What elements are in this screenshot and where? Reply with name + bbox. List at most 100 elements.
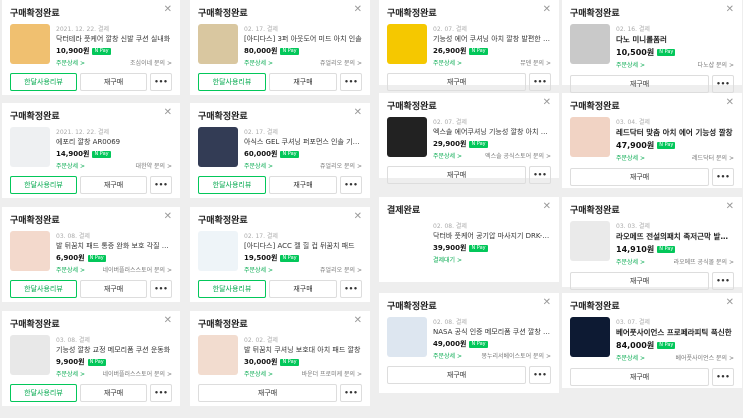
close-icon[interactable]: ✕ [354,107,362,118]
close-icon[interactable]: ✕ [164,211,172,222]
more-options-button[interactable]: ••• [529,166,551,184]
seller-inquiry-link[interactable]: 네이버플러스스토어 문의 > [102,369,172,378]
close-icon[interactable]: ✕ [164,107,172,118]
product-title[interactable]: NASA 공식 인증 메모리폼 쿠션 깔창 슬리퍼 [433,327,551,337]
product-title[interactable]: [아디다스] ACC 젤 힐 컵 뒤꿈치 패드 [244,241,362,251]
close-icon[interactable]: ✕ [164,315,172,326]
review-button[interactable]: 한달사용리뷰 [10,176,77,194]
product-thumbnail[interactable] [198,335,238,375]
seller-inquiry-link[interactable]: 바운더 프로미케 문의 > [302,369,362,378]
more-options-button[interactable]: ••• [340,280,362,298]
order-detail-link[interactable]: 주문상세 > [56,265,85,274]
rebuy-button[interactable]: 재구매 [80,280,147,298]
seller-inquiry-link[interactable]: 대한약 문의 > [136,161,172,170]
order-detail-link[interactable]: 주문상세 > [616,257,645,266]
rebuy-button[interactable]: 재구매 [387,166,526,184]
review-button[interactable]: 한달사용리뷰 [10,384,77,402]
rebuy-button[interactable]: 재구매 [269,176,337,194]
more-options-button[interactable]: ••• [150,280,172,298]
close-icon[interactable]: ✕ [726,97,734,108]
rebuy-button[interactable]: 재구매 [570,168,709,186]
product-title[interactable]: 라오메뜨 전설의패치 족저근막 발바닥 [616,231,734,242]
more-options-button[interactable]: ••• [340,73,362,91]
more-options-button[interactable]: ••• [712,75,734,93]
product-thumbnail[interactable] [198,24,238,64]
more-options-button[interactable]: ••• [712,168,734,186]
product-thumbnail[interactable] [570,24,610,64]
order-detail-link[interactable]: 주문상세 > [244,58,273,67]
product-thumbnail[interactable] [387,221,427,261]
product-title[interactable]: 레드닥터 맞춤 아치 에어 기능성 깔창 [616,127,734,138]
product-thumbnail[interactable] [387,317,427,357]
more-options-button[interactable]: ••• [529,73,551,91]
product-title[interactable]: 에포리 깔창 AR0069 [56,137,172,147]
rebuy-button[interactable]: 재구매 [269,73,337,91]
seller-inquiry-link[interactable]: 베어풋사이언스 문의 > [675,353,734,362]
more-options-button[interactable]: ••• [529,366,551,384]
product-thumbnail[interactable] [387,24,427,64]
order-detail-link[interactable]: 주문상세 > [56,161,85,170]
product-thumbnail[interactable] [10,127,50,167]
order-detail-link[interactable]: 주문상세 > [433,151,462,160]
order-detail-link[interactable]: 주문상세 > [244,161,273,170]
review-button[interactable]: 한달사용리뷰 [10,280,77,298]
order-detail-link[interactable]: 결제대기 > [433,255,462,264]
close-icon[interactable]: ✕ [354,211,362,222]
seller-inquiry-link[interactable]: 쥬얼리오 문의 > [320,161,362,170]
product-thumbnail[interactable] [570,117,610,157]
rebuy-button[interactable]: 재구매 [570,272,709,290]
product-thumbnail[interactable] [570,221,610,261]
seller-inquiry-link[interactable]: 엑스솔 공식스토어 문의 > [485,151,551,160]
product-title[interactable]: 닥터바 풋케어 공기압 마사지기 DRK-L7000 [433,231,551,241]
product-title[interactable]: 닥터테라 풋케어 깔창 신발 쿠션 실내화 [56,34,172,44]
more-options-button[interactable]: ••• [340,176,362,194]
seller-inquiry-link[interactable]: 네이버플러스스토어 문의 > [102,265,172,274]
seller-inquiry-link[interactable]: 다노샵 문의 > [698,60,734,69]
close-icon[interactable]: ✕ [726,4,734,15]
more-options-button[interactable]: ••• [340,384,362,402]
more-options-button[interactable]: ••• [150,73,172,91]
order-detail-link[interactable]: 주문상세 > [433,58,462,67]
review-button[interactable]: 한달사용리뷰 [198,73,266,91]
close-icon[interactable]: ✕ [164,4,172,15]
rebuy-button[interactable]: 재구매 [80,176,147,194]
product-thumbnail[interactable] [10,335,50,375]
seller-inquiry-link[interactable]: 몽누리서베이스토어 문의 > [481,351,551,360]
product-thumbnail[interactable] [10,231,50,271]
more-options-button[interactable]: ••• [712,368,734,386]
rebuy-button[interactable]: 재구매 [387,366,526,384]
product-thumbnail[interactable] [198,127,238,167]
order-detail-link[interactable]: 주문상세 > [56,58,85,67]
order-detail-link[interactable]: 주문상세 > [616,353,645,362]
order-detail-link[interactable]: 주문상세 > [244,265,273,274]
product-title[interactable]: 발 뒤꿈치 패드 통증 완화 보호 각질 케어 [56,241,172,251]
order-detail-link[interactable]: 주문상세 > [616,153,645,162]
seller-inquiry-link[interactable]: 조심이네 문의 > [130,58,172,67]
close-icon[interactable]: ✕ [543,201,551,212]
close-icon[interactable]: ✕ [354,315,362,326]
review-button[interactable]: 한달사용리뷰 [10,73,77,91]
rebuy-button[interactable]: 재구매 [80,73,147,91]
product-thumbnail[interactable] [10,24,50,64]
product-title[interactable]: 베어풋사이언스 프로페라피틱 푹신한 [616,327,734,338]
product-thumbnail[interactable] [570,317,610,357]
close-icon[interactable]: ✕ [726,201,734,212]
product-title[interactable]: 발 뒤꿈치 쿠셔닝 보호대 아치 패드 깔창 [244,345,362,355]
rebuy-button[interactable]: 재구매 [570,368,709,386]
rebuy-button[interactable]: 재구매 [570,75,709,93]
close-icon[interactable]: ✕ [726,297,734,308]
close-icon[interactable]: ✕ [543,297,551,308]
seller-inquiry-link[interactable]: 레드닥터 문의 > [692,153,734,162]
close-icon[interactable]: ✕ [543,4,551,15]
close-icon[interactable]: ✕ [354,4,362,15]
more-options-button[interactable]: ••• [150,384,172,402]
order-detail-link[interactable]: 주문상세 > [616,60,645,69]
product-thumbnail[interactable] [198,231,238,271]
review-button[interactable]: 한달사용리뷰 [198,280,266,298]
rebuy-button[interactable]: 재구매 [80,384,147,402]
product-title[interactable]: 다노 미니롤폼러 [616,34,734,45]
order-detail-link[interactable]: 주문상세 > [433,351,462,360]
product-title[interactable]: 기능성 에어 쿠셔닝 아치 깔창 발편한 인솔 [433,34,551,44]
order-detail-link[interactable]: 주문상세 > [244,369,273,378]
close-icon[interactable]: ✕ [543,97,551,108]
